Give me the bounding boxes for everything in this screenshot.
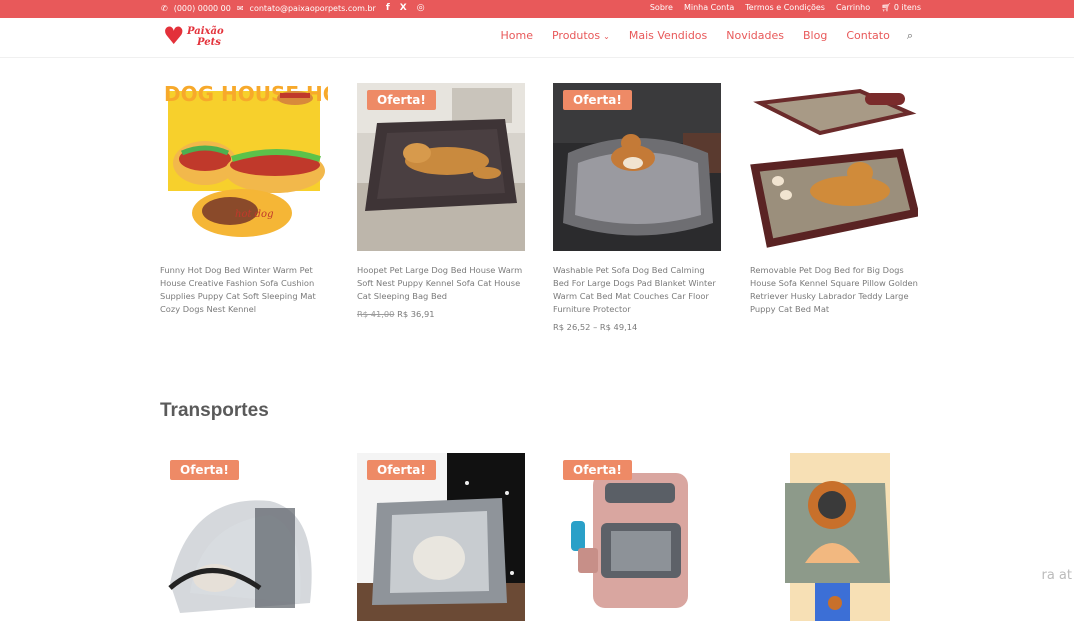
- product-image-removable-bed[interactable]: [750, 83, 918, 251]
- svg-text:hot dog: hot dog: [235, 209, 273, 220]
- product-image-hotdog-bed[interactable]: DOG HOUSE HOT DOG hot dog: [160, 83, 328, 251]
- nav-novidades[interactable]: Novidades: [726, 29, 784, 43]
- link-minha-conta[interactable]: Minha Conta: [684, 3, 734, 12]
- link-carrinho[interactable]: Carrinho: [836, 3, 870, 12]
- product-image-hoopet-bed[interactable]: Oferta!: [357, 83, 525, 251]
- x-icon[interactable]: X: [400, 3, 407, 13]
- product-price: R$ 41,00 R$ 36,91: [357, 309, 525, 319]
- product-image-backpack-carrier[interactable]: Oferta!: [553, 453, 721, 621]
- product-card[interactable]: Oferta!: [553, 453, 721, 621]
- product-image-soft-carrier[interactable]: Oferta!: [357, 453, 525, 621]
- product-title[interactable]: Hoopet Pet Large Dog Bed House Warm Soft…: [357, 264, 525, 303]
- cart-count: 0 itens: [893, 3, 921, 12]
- nav-contato[interactable]: Contato: [846, 29, 889, 43]
- chat-widget-text: ra at: [1041, 568, 1072, 583]
- chevron-down-icon: ⌄: [603, 32, 610, 41]
- chat-widget[interactable]: ra at: [893, 520, 1074, 618]
- site-logo[interactable]: ♥ Paixão Pets: [163, 23, 233, 51]
- product-card[interactable]: Oferta!: [357, 453, 525, 621]
- nav-home[interactable]: Home: [500, 29, 532, 43]
- phone-number[interactable]: (000) 0000 00: [174, 4, 231, 13]
- instagram-icon[interactable]: ◎: [417, 3, 425, 13]
- product-title[interactable]: Removable Pet Dog Bed for Big Dogs House…: [750, 264, 918, 316]
- sale-badge: Oferta!: [170, 460, 239, 480]
- email-address[interactable]: contato@paixaoporpets.com.br: [250, 4, 376, 13]
- top-bar: ✆ (000) 0000 00 ✉ contato@paixaoporpets.…: [0, 0, 1074, 18]
- email-icon: ✉: [236, 3, 244, 13]
- nav-mais-vendidos[interactable]: Mais Vendidos: [629, 29, 707, 43]
- product-price-range: R$ 26,52 – R$ 49,14: [553, 322, 638, 332]
- sale-badge: Oferta!: [367, 460, 436, 480]
- search-icon[interactable]: ⌕: [907, 29, 913, 43]
- section-title-transportes: Transportes: [160, 400, 269, 421]
- cart-icon: 🛒︎: [881, 3, 892, 12]
- sale-badge: Oferta!: [563, 460, 632, 480]
- old-price: R$ 41,00: [357, 309, 395, 319]
- sale-price: R$ 36,91: [397, 309, 435, 319]
- link-sobre[interactable]: Sobre: [650, 3, 673, 12]
- heart-logo-icon: ♥: [163, 22, 185, 50]
- phone-icon: ✆: [161, 3, 168, 13]
- product-card[interactable]: Oferta! Washable Pet Sofa Dog Bed Calmin…: [553, 83, 721, 332]
- nav-blog[interactable]: Blog: [803, 29, 827, 43]
- product-card[interactable]: Removable Pet Dog Bed for Big Dogs House…: [750, 83, 918, 316]
- nav-produtos[interactable]: Produtos ⌄: [552, 29, 610, 43]
- product-image-bubble-carrier[interactable]: Oferta!: [160, 453, 328, 621]
- logo-text-1: Paixão: [187, 26, 224, 37]
- product-title[interactable]: Washable Pet Sofa Dog Bed Calming Bed Fo…: [553, 264, 721, 316]
- product-card[interactable]: DOG HOUSE HOT DOG hot dog Funny Hot Dog …: [160, 83, 328, 316]
- cart-link[interactable]: 🛒︎ 0 itens: [881, 3, 921, 12]
- product-card[interactable]: Oferta! Hoopet Pet Large Dog Bed House W…: [357, 83, 525, 319]
- link-termos[interactable]: Termos e Condições: [745, 3, 825, 12]
- main-header: ♥ Paixão Pets Home Produtos ⌄ Mais Vendid…: [0, 18, 1074, 57]
- sale-badge: Oferta!: [367, 90, 436, 110]
- product-title[interactable]: Funny Hot Dog Bed Winter Warm Pet House …: [160, 264, 328, 316]
- main-nav: Home Produtos ⌄ Mais Vendidos Novidades B…: [481, 29, 913, 43]
- product-card[interactable]: Oferta!: [160, 453, 328, 621]
- product-image-sofa-bed[interactable]: Oferta!: [553, 83, 721, 251]
- nav-produtos-label: Produtos: [551, 29, 601, 42]
- facebook-icon[interactable]: f: [386, 3, 390, 13]
- sale-badge: Oferta!: [563, 90, 632, 110]
- logo-text-2: Pets: [197, 37, 221, 48]
